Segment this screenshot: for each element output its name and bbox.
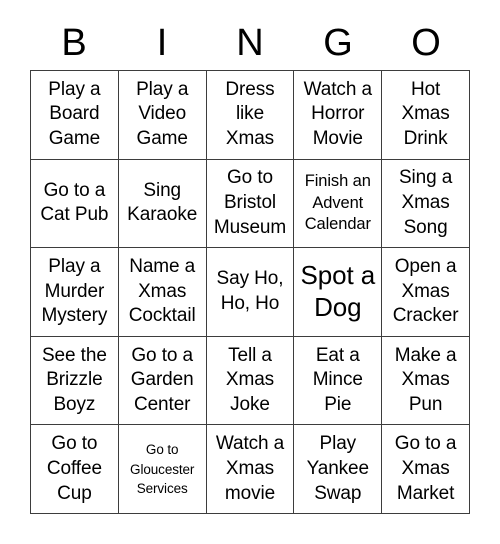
bingo-cell[interactable]: Go to Bristol Museum (206, 159, 295, 249)
bingo-cell[interactable]: Say Ho, Ho, Ho (206, 248, 295, 337)
bingo-cell-label: Watch a Xmas movie (215, 433, 285, 504)
bingo-cell-label: Tell a Xmas Joke (225, 344, 275, 415)
bingo-cell-label: Play a Murder Mystery (41, 255, 108, 327)
bingo-cell-label: Finish an Advent Calendar (304, 171, 371, 234)
bingo-cell[interactable]: Go to a Cat Pub (31, 159, 119, 249)
bingo-cell-label: Dress like Xmas (225, 78, 275, 150)
bingo-cell[interactable]: Sing Karaoke (118, 159, 207, 249)
bingo-header-letter-o: O (411, 22, 441, 64)
bingo-cell[interactable]: See the Brizzle Boyz (31, 336, 119, 426)
bingo-card: B I N G O Play a Board Game Play a Video… (0, 0, 500, 544)
bingo-cell-label: Say Ho, Ho, Ho (216, 268, 284, 314)
bingo-cell-label: Play a Video Game (136, 78, 189, 150)
bingo-cell[interactable]: Tell a Xmas Joke (206, 336, 295, 426)
bingo-cell[interactable]: Make a Xmas Pun (382, 336, 470, 426)
bingo-grid: Play a Board Game Play a Video Game Dres… (30, 70, 470, 514)
bingo-cell[interactable]: Sing a Xmas Song (382, 159, 470, 249)
bingo-cell-free-space[interactable]: Spot a Dog (294, 248, 383, 337)
bingo-cell-label: Sing Karaoke (127, 179, 198, 226)
bingo-cell[interactable]: Go to a Garden Center (118, 336, 207, 426)
bingo-cell[interactable]: Hot Xmas Drink (382, 71, 470, 160)
bingo-cell-label: Hot Xmas Drink (401, 78, 450, 150)
bingo-cell-label: Sing a Xmas Song (398, 167, 453, 238)
bingo-cell-label: Open a Xmas Cracker (392, 255, 459, 327)
bingo-cell-label: Eat a Mince Pie (312, 344, 363, 415)
bingo-cell-label: Name a Xmas Cocktail (128, 255, 196, 327)
bingo-cell-label: Spot a Dog (300, 260, 376, 322)
bingo-header: B I N G O (30, 16, 470, 70)
bingo-cell[interactable]: Go to Coffee Cup (31, 425, 119, 514)
bingo-cell[interactable]: Go to Gloucester Services (118, 425, 207, 514)
bingo-cell-label: Make a Xmas Pun (394, 344, 457, 415)
bingo-header-letter-i: I (156, 22, 168, 64)
bingo-cell-label: Play a Board Game (48, 78, 101, 150)
bingo-cell[interactable]: Watch a Horror Movie (294, 71, 383, 160)
bingo-cell[interactable]: Name a Xmas Cocktail (118, 248, 207, 337)
bingo-cell[interactable]: Play a Board Game (31, 71, 119, 160)
bingo-cell-label: Go to a Xmas Market (394, 433, 457, 504)
bingo-header-letter-g: G (323, 22, 353, 64)
bingo-cell[interactable]: Dress like Xmas (206, 71, 295, 160)
bingo-cell-label: Watch a Horror Movie (303, 78, 372, 150)
bingo-cell-label: See the Brizzle Boyz (41, 344, 107, 415)
bingo-cell[interactable]: Play Yankee Swap (294, 425, 383, 514)
bingo-cell-label: Go to Coffee Cup (46, 433, 102, 504)
bingo-cell-label: Go to a Garden Center (130, 344, 194, 415)
bingo-cell[interactable]: Watch a Xmas movie (206, 425, 295, 514)
bingo-cell-label: Play Yankee Swap (306, 433, 370, 504)
bingo-cell-label: Go to Gloucester Services (130, 442, 195, 496)
bingo-cell[interactable]: Finish an Advent Calendar (294, 159, 383, 249)
bingo-cell-label: Go to Bristol Museum (213, 167, 287, 238)
bingo-cell[interactable]: Play a Murder Mystery (31, 248, 119, 337)
bingo-cell[interactable]: Eat a Mince Pie (294, 336, 383, 426)
bingo-cell[interactable]: Go to a Xmas Market (382, 425, 470, 514)
bingo-cell[interactable]: Open a Xmas Cracker (382, 248, 470, 337)
bingo-header-letter-b: B (61, 22, 87, 64)
bingo-cell[interactable]: Play a Video Game (118, 71, 207, 160)
bingo-cell-label: Go to a Cat Pub (40, 179, 109, 226)
bingo-header-letter-n: N (236, 22, 264, 64)
